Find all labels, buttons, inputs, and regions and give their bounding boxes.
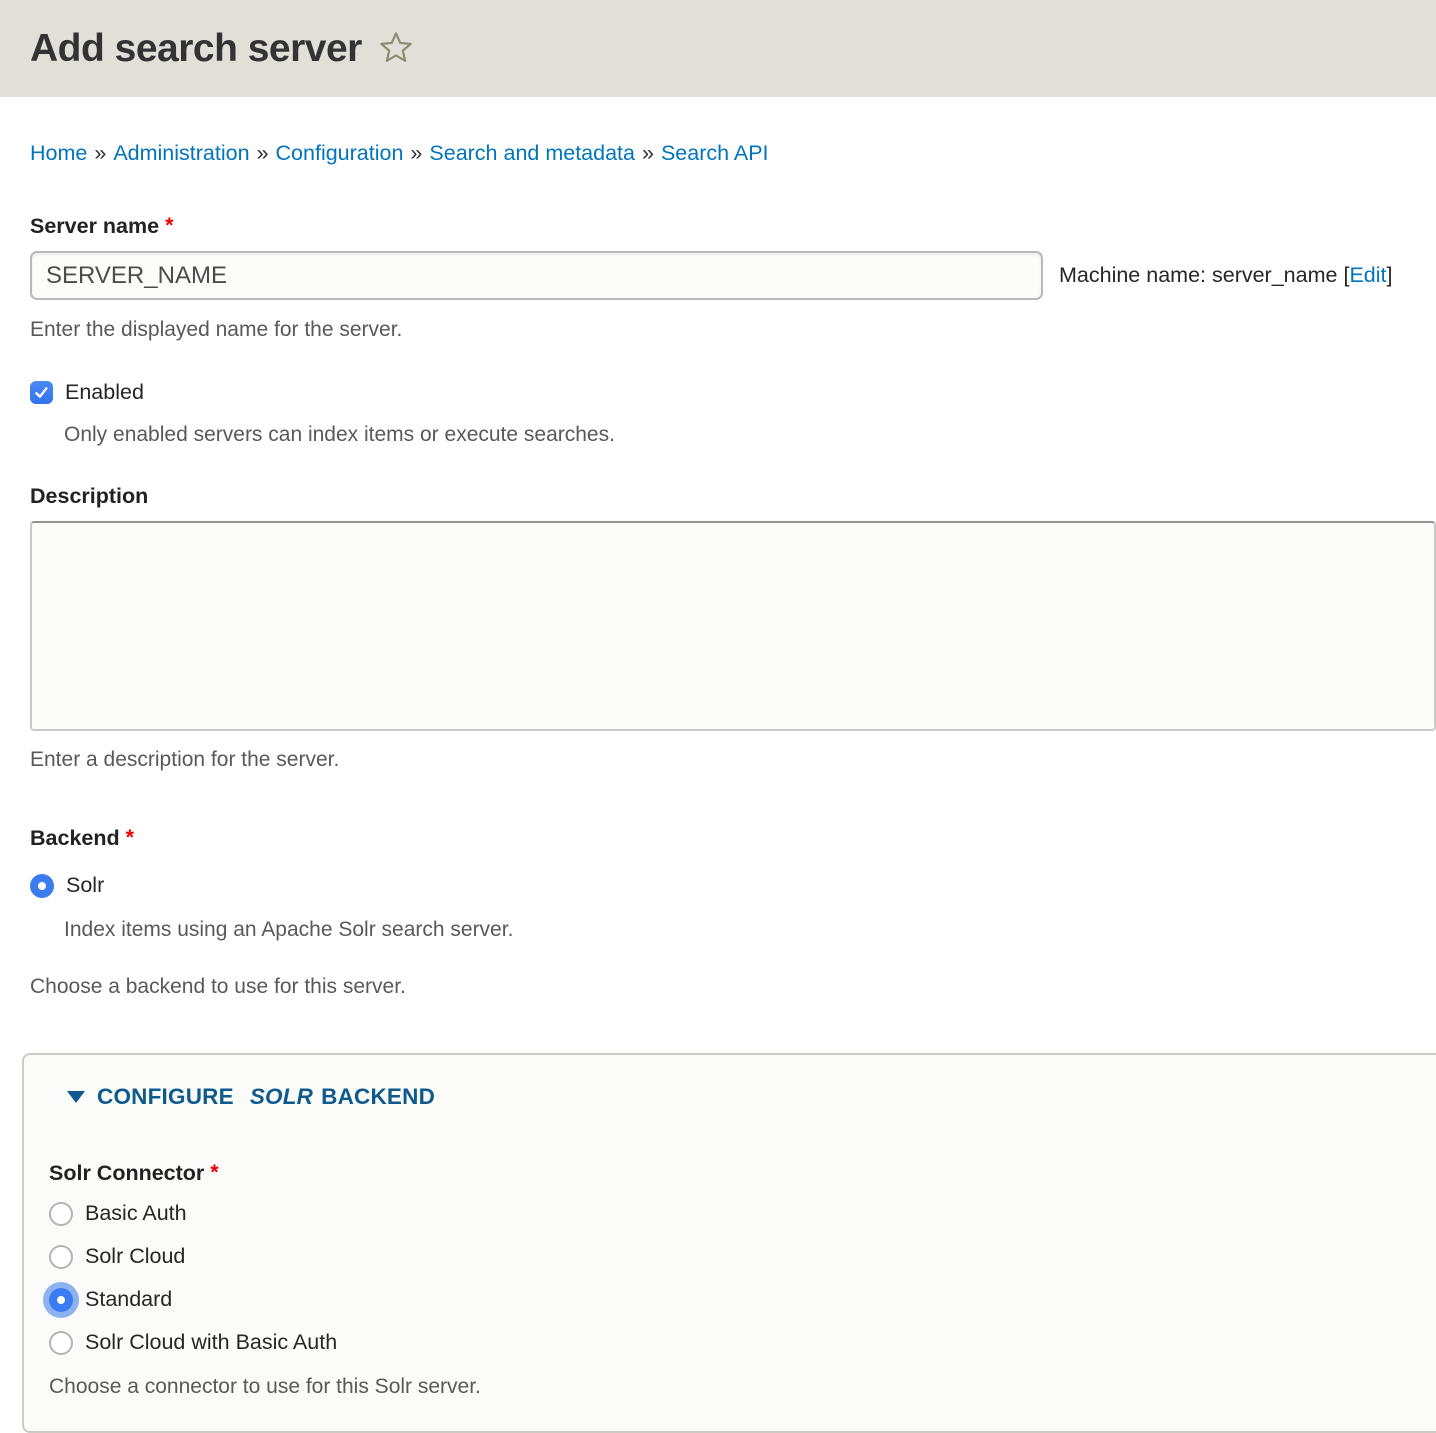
solr-cloud-basic-auth-radio[interactable]	[49, 1331, 73, 1355]
solr-cloud-radio-label: Solr Cloud	[85, 1244, 185, 1269]
standard-radio-label: Standard	[85, 1287, 172, 1312]
machine-name-label: Machine name:	[1059, 263, 1206, 287]
check-icon	[33, 384, 50, 401]
required-marker: *	[126, 825, 134, 849]
enabled-label: Enabled	[65, 380, 144, 405]
description-label: Description	[30, 484, 1436, 509]
solr-radio[interactable]	[30, 874, 54, 898]
enabled-checkbox[interactable]	[30, 381, 53, 404]
required-marker: *	[165, 213, 173, 237]
breadcrumb-separator: »	[410, 141, 422, 165]
basic-auth-radio-label: Basic Auth	[85, 1201, 187, 1226]
solr-cloud-radio[interactable]	[49, 1245, 73, 1269]
machine-name-bracket: ]	[1387, 263, 1393, 287]
breadcrumb-home[interactable]: Home	[30, 141, 87, 165]
connector-option-solr-cloud-basic-auth: Solr Cloud with Basic Auth	[49, 1330, 1436, 1355]
breadcrumb-search-api[interactable]: Search API	[661, 141, 769, 165]
server-name-help: Enter the displayed name for the server.	[30, 317, 1436, 342]
solr-cloud-basic-auth-radio-label: Solr Cloud with Basic Auth	[85, 1330, 337, 1355]
machine-name: Machine name: server_name [Edit]	[1059, 263, 1392, 288]
machine-name-value: server_name	[1212, 263, 1337, 287]
breadcrumb-administration[interactable]: Administration	[113, 141, 249, 165]
breadcrumb-separator: »	[642, 141, 654, 165]
legend-text: BACKEND	[321, 1084, 435, 1110]
solr-connector-label: Solr Connector*	[49, 1161, 1436, 1186]
connector-option-basic-auth: Basic Auth	[49, 1201, 1436, 1226]
description-textarea[interactable]	[30, 521, 1436, 731]
standard-radio[interactable]	[49, 1288, 73, 1312]
breadcrumb: Home»Administration»Configuration»Search…	[30, 141, 1406, 166]
breadcrumb-separator: »	[94, 141, 106, 165]
solr-backend-help: Index items using an Apache Solr search …	[64, 917, 1436, 942]
legend-solr-text: SOLR	[250, 1084, 313, 1110]
page-title: Add search server	[30, 27, 362, 71]
backend-option-solr: Solr	[30, 873, 1436, 898]
backend-choose-help: Choose a backend to use for this server.	[30, 974, 1436, 999]
solr-backend-fieldset-legend[interactable]: CONFIGURE SOLR BACKEND	[67, 1084, 1436, 1110]
server-name-input[interactable]	[30, 251, 1043, 300]
favorite-star-icon[interactable]	[377, 29, 415, 73]
basic-auth-radio[interactable]	[49, 1202, 73, 1226]
breadcrumb-separator: »	[257, 141, 269, 165]
breadcrumb-configuration[interactable]: Configuration	[276, 141, 404, 165]
connector-help: Choose a connector to use for this Solr …	[49, 1374, 1436, 1399]
legend-text: CONFIGURE	[97, 1084, 234, 1110]
required-marker: *	[210, 1160, 218, 1184]
page-header: Add search server	[0, 0, 1436, 97]
connector-option-standard: Standard	[49, 1287, 1436, 1312]
enabled-help: Only enabled servers can index items or …	[64, 422, 1436, 447]
solr-backend-fieldset: CONFIGURE SOLR BACKEND Solr Connector* B…	[22, 1053, 1436, 1433]
description-help: Enter a description for the server.	[30, 747, 1436, 772]
breadcrumb-search-and-metadata[interactable]: Search and metadata	[429, 141, 635, 165]
connector-option-solr-cloud: Solr Cloud	[49, 1244, 1436, 1269]
backend-label: Backend*	[30, 826, 1436, 851]
collapse-arrow-icon	[67, 1091, 85, 1103]
machine-name-edit-link[interactable]: Edit	[1349, 263, 1386, 287]
server-name-label: Server name*	[30, 214, 1436, 239]
solr-radio-label: Solr	[66, 873, 104, 898]
